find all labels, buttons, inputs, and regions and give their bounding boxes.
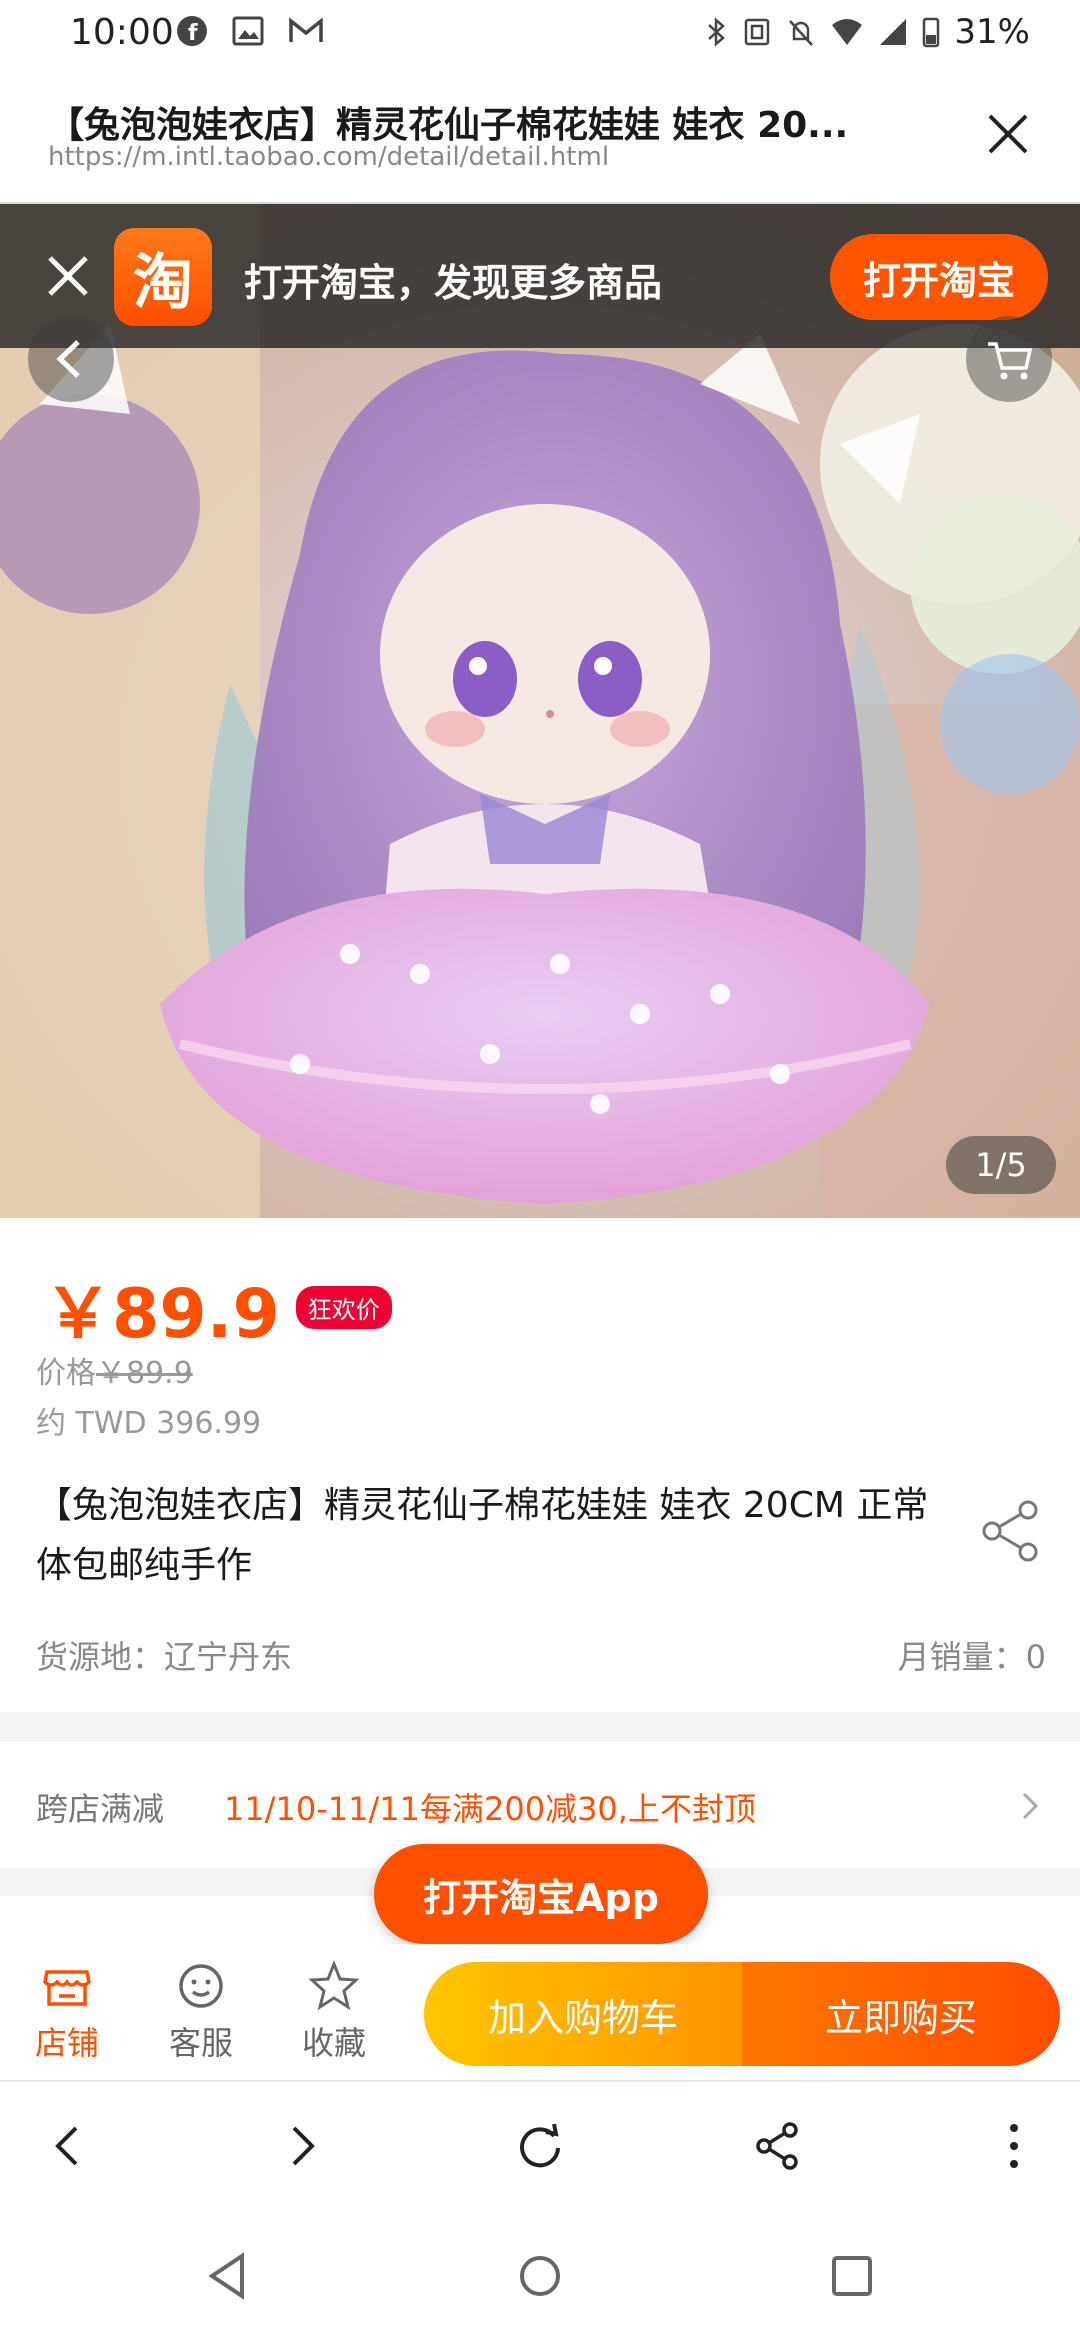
bottom-action-bar: 店铺 客服 收藏 加入购物车 立即购买: [0, 1944, 1080, 2082]
close-icon[interactable]: [980, 106, 1036, 162]
battery-icon: [923, 17, 940, 48]
favorite-label: 收藏: [301, 2024, 366, 2062]
store-label: 店铺: [34, 2024, 99, 2062]
current-price: ￥89.9: [44, 1275, 280, 1354]
open-taobao-banner: 淘 打开淘宝，发现更多商品 打开淘宝: [0, 204, 1080, 348]
gmail-icon: [289, 17, 323, 42]
favorite-button[interactable]: 收藏: [279, 1958, 389, 2064]
browser-title-bar: 【兔泡泡娃衣店】精灵花仙子棉花娃娃 娃衣 20... https://m.int…: [0, 66, 1080, 204]
open-taobao-app-button[interactable]: 打开淘宝App: [374, 1844, 708, 1944]
chevron-right-icon: [1022, 1792, 1039, 1820]
notification-icons: f: [175, 14, 325, 48]
gallery-icon: [232, 16, 264, 46]
monthly-sales: 月销量：0: [897, 1638, 1046, 1676]
product-title: 【兔泡泡娃衣店】精灵花仙子棉花娃娃 娃衣 20CM 正常体包邮纯手作: [36, 1485, 929, 1586]
status-bar: 10:00 f 31%: [0, 0, 1080, 66]
status-time: 10:00: [70, 12, 174, 53]
original-price-value: ￥89.9: [96, 1356, 193, 1391]
forward-icon[interactable]: [270, 2114, 334, 2178]
original-price: 价格￥89.9: [36, 1348, 193, 1392]
section-divider: [0, 1712, 1080, 1742]
product-info: ￥89.9 狂欢价 价格￥89.9 约 TWD 396.99 【兔泡泡娃衣店】精…: [0, 1218, 1080, 1712]
original-price-label: 价格: [36, 1356, 96, 1391]
taobao-logo: 淘: [114, 228, 212, 326]
svg-text:f: f: [188, 21, 198, 46]
mute-icon: [789, 20, 814, 46]
gallery-back-button[interactable]: [28, 316, 114, 402]
nav-back-icon[interactable]: [198, 2246, 258, 2306]
price-row: ￥89.9 狂欢价: [44, 1258, 392, 1357]
page-title[interactable]: 【兔泡泡娃衣店】精灵花仙子棉花娃娃 娃衣 20...: [48, 96, 908, 148]
share-icon[interactable]: [746, 2114, 810, 2178]
back-icon[interactable]: [36, 2114, 100, 2178]
share-icon[interactable]: [976, 1496, 1046, 1566]
converted-price: 约 TWD 396.99: [36, 1406, 262, 1441]
reload-icon[interactable]: [508, 2114, 572, 2178]
banner-text: 打开淘宝，发现更多商品: [244, 261, 663, 305]
browser-toolbar: [0, 2082, 1080, 2208]
star-icon: [308, 1959, 360, 2011]
system-icons: 31%: [704, 12, 1030, 52]
cart-button[interactable]: [966, 316, 1052, 402]
store-icon: [43, 1970, 91, 2006]
banner-close-icon[interactable]: [40, 248, 96, 304]
nav-home-icon[interactable]: [510, 2246, 570, 2306]
signal-icon: [880, 19, 907, 45]
nav-recents-icon[interactable]: [822, 2246, 882, 2306]
promo-text: 11/10-11/11每满200减30,上不封顶: [224, 1790, 756, 1828]
service-button[interactable]: 客服: [146, 1958, 256, 2064]
promo-label: 跨店满减: [36, 1790, 165, 1828]
image-counter: 1/5: [946, 1136, 1056, 1194]
service-label: 客服: [168, 2024, 233, 2062]
open-taobao-button[interactable]: 打开淘宝: [830, 234, 1048, 320]
price-tag-badge: 狂欢价: [295, 1286, 392, 1329]
wifi-icon: [832, 19, 863, 45]
store-button[interactable]: 店铺: [12, 1958, 122, 2064]
nfc-icon: [745, 18, 770, 46]
chevron-left-icon: [56, 340, 80, 378]
add-to-cart-button[interactable]: 加入购物车: [424, 1962, 742, 2066]
customer-service-icon: [179, 1964, 223, 2008]
more-menu-icon[interactable]: [982, 2114, 1046, 2178]
product-photo: [0, 204, 1080, 1218]
facebook-icon: f: [177, 16, 207, 46]
product-image-gallery[interactable]: 淘 打开淘宝，发现更多商品 打开淘宝 1/5: [0, 204, 1080, 1218]
url-text[interactable]: https://m.intl.taobao.com/detail/detail.…: [48, 142, 609, 172]
product-origin: 货源地：辽宁丹东: [36, 1638, 293, 1676]
battery-percent: 31%: [954, 12, 1030, 52]
buy-now-button[interactable]: 立即购买: [742, 1962, 1060, 2066]
bluetooth-icon: [708, 17, 726, 47]
cart-icon: [988, 342, 1033, 380]
system-nav-bar: [0, 2208, 1080, 2340]
